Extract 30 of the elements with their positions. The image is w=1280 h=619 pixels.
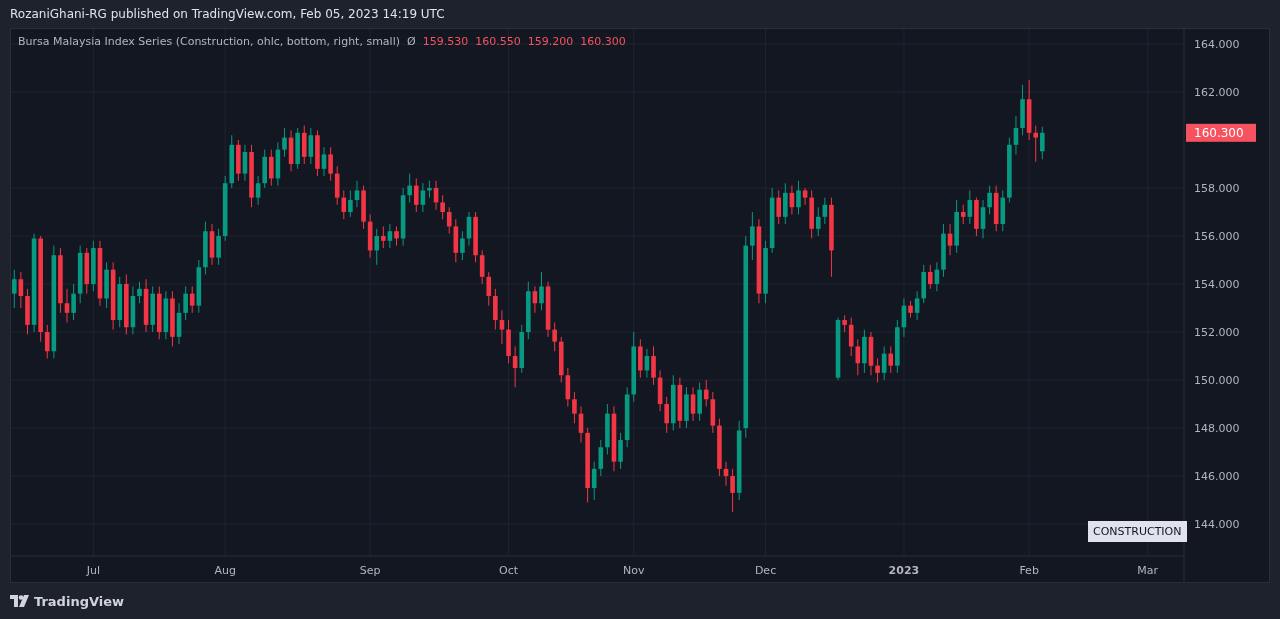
symbol: Ø [407,35,416,48]
price-label: 148.000 [1194,422,1240,436]
price-label: 158.000 [1194,182,1240,195]
price-label: 152.000 [1194,326,1240,340]
price-label: 150.000 [1194,374,1240,388]
date-label: Mar [1137,564,1159,577]
date-label: Dec [754,564,777,577]
price-label: 144.000 [1194,518,1240,532]
brand-name: TradingView [34,593,125,609]
price-label: 162.000 [1194,86,1240,99]
date-label: Feb [1019,564,1039,577]
logo-icon [10,595,30,607]
date-label: Aug [214,564,236,577]
series-title: Bursa Malaysia Index Series (Construction, ohlc, bottom, right, small) [18,35,400,48]
price-label: 164.000 [1194,38,1240,51]
price-label: 146.000 [1194,470,1240,484]
ohlc-value: 160.300 [580,35,626,48]
date-label: Oct [499,564,519,577]
price-badge: 160.300 [1186,123,1256,142]
date-label: Nov [623,564,645,577]
publish-info: RozaniGhani-RG published on TradingView.com, Feb 05, 2023 14:19 UTC [10,7,445,21]
date-label: 2023 [888,564,920,577]
ohlc-value: 160.550 [475,35,521,48]
ohlc-value: 159.530 [422,35,469,48]
price-label: 154.000 [1194,278,1240,292]
series-label: CONSTRUCTION [1088,521,1187,542]
ohlc-value: 159.200 [527,35,574,48]
price-label: 156.000 [1194,230,1240,244]
date-label: Jul [86,564,100,577]
date-label: Sep [359,564,381,577]
